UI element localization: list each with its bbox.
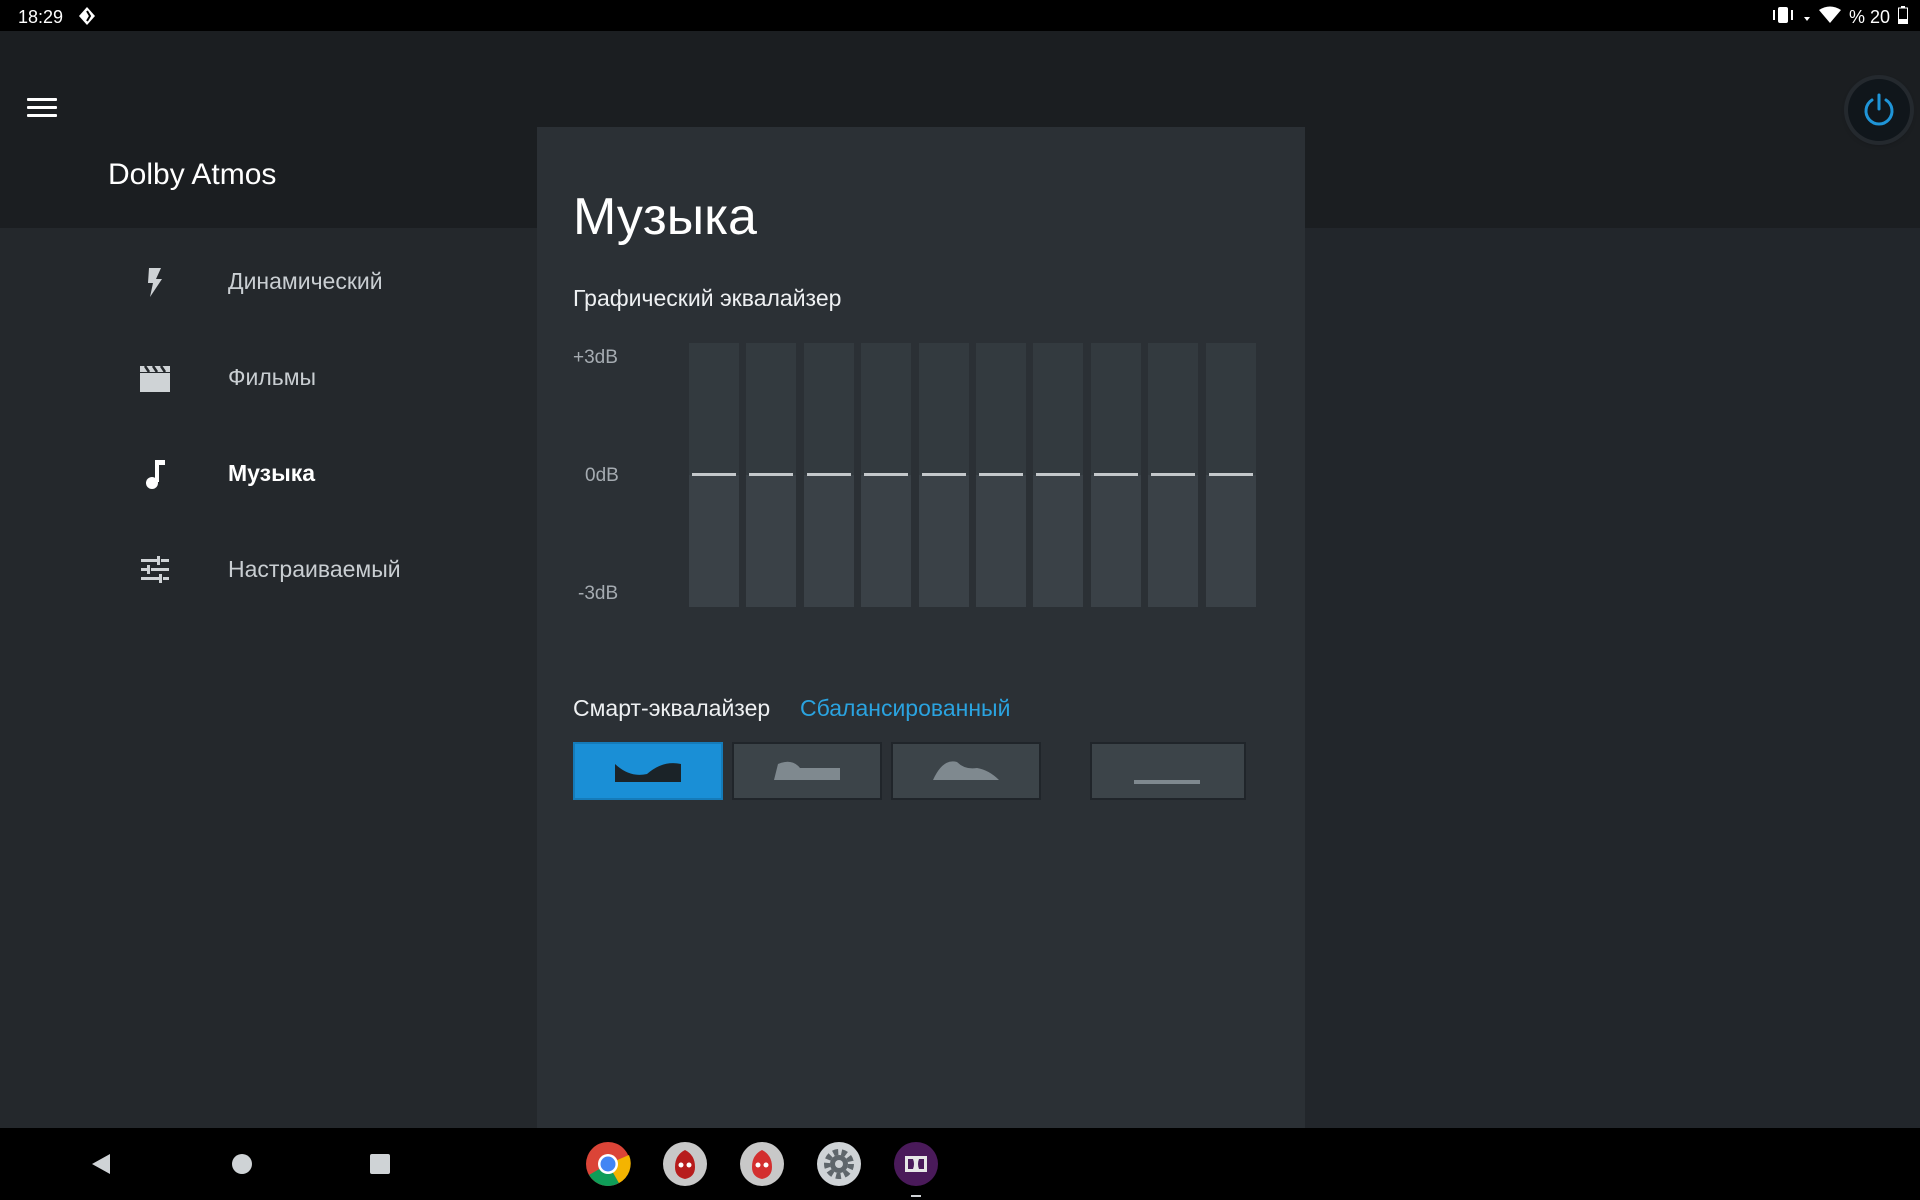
back-triangle-icon xyxy=(92,1154,110,1174)
warm-curve-icon xyxy=(774,761,840,780)
antutu-icon[interactable] xyxy=(739,1141,785,1187)
eq-band-track-upper xyxy=(976,343,1026,475)
dolby-icon[interactable] xyxy=(893,1141,939,1187)
smart-eq-label: Смарт-эквалайзер xyxy=(573,695,771,721)
power-icon xyxy=(1864,93,1894,126)
eq-band-slider[interactable] xyxy=(689,343,739,607)
back-button[interactable] xyxy=(90,1152,112,1181)
status-icons: % 20 xyxy=(1771,6,1908,29)
smart-eq-value[interactable]: Сбалансированный xyxy=(800,695,1010,722)
sidebar: Динамический Фильмы Музыка Настраиваемый xyxy=(0,228,537,1128)
eq-band-level-line xyxy=(1209,473,1253,476)
battery-icon xyxy=(1898,6,1908,29)
eq-band-track-upper xyxy=(1148,343,1198,475)
bolt-icon xyxy=(137,264,173,300)
eq-band-track-upper xyxy=(1033,343,1083,475)
data-arrows-icon xyxy=(1803,6,1811,29)
eq-band-level-line xyxy=(922,473,966,476)
wifi-icon xyxy=(1818,6,1841,29)
home-circle-icon xyxy=(232,1154,252,1174)
eq-band-slider[interactable] xyxy=(746,343,796,607)
sidebar-item-music[interactable]: Музыка xyxy=(0,430,537,518)
tune-sliders-icon xyxy=(137,552,173,588)
active-app-indicator xyxy=(911,1195,921,1197)
page-title: Музыка xyxy=(573,188,757,246)
eq-band-level-line xyxy=(979,473,1023,476)
eq-band-track-upper xyxy=(1206,343,1256,475)
sidebar-item-dynamic[interactable]: Динамический xyxy=(0,238,537,326)
balanced-preset-button[interactable] xyxy=(573,742,723,800)
graphic-eq-bands xyxy=(689,343,1256,607)
eq-band-slider[interactable] xyxy=(976,343,1026,607)
eq-band-slider[interactable] xyxy=(1148,343,1198,607)
recents-square-icon xyxy=(370,1154,390,1174)
chrome-icon[interactable] xyxy=(585,1141,631,1187)
eq-band-track-upper xyxy=(746,343,796,475)
eq-band-slider[interactable] xyxy=(1206,343,1256,607)
status-bar: 18:29 % 20 xyxy=(0,0,1920,31)
vibrate-icon xyxy=(1771,6,1795,29)
db-label-bottom: -3dB xyxy=(578,583,619,604)
eq-band-slider[interactable] xyxy=(919,343,969,607)
graphic-eq-label: Графический эквалайзер xyxy=(573,285,842,311)
flat-line-icon xyxy=(1134,780,1200,784)
sidebar-item-label: Динамический xyxy=(228,268,383,294)
sidebar-item-movies[interactable]: Фильмы xyxy=(0,334,537,422)
eq-band-slider[interactable] xyxy=(804,343,854,607)
eq-band-slider[interactable] xyxy=(1091,343,1141,607)
detailed-preset-button[interactable] xyxy=(891,742,1041,800)
hamburger-menu-icon[interactable] xyxy=(22,93,62,123)
eq-band-level-line xyxy=(1151,473,1195,476)
eq-band-level-line xyxy=(692,473,736,476)
power-toggle-button[interactable] xyxy=(1848,79,1910,141)
notification-diamond-icon xyxy=(78,6,96,31)
sidebar-item-label: Настраиваемый xyxy=(228,556,401,582)
eq-band-slider[interactable] xyxy=(1033,343,1083,607)
eq-band-level-line xyxy=(807,473,851,476)
eq-band-level-line xyxy=(1036,473,1080,476)
flat-preset-button[interactable] xyxy=(1090,742,1246,800)
db-label-top: +3dB xyxy=(573,347,618,368)
eq-band-level-line xyxy=(749,473,793,476)
settings-icon[interactable] xyxy=(816,1141,862,1187)
music-note-icon xyxy=(137,456,173,492)
warm-preset-button[interactable] xyxy=(732,742,882,800)
system-nav-bar xyxy=(0,1128,1920,1200)
antutu-3d-icon[interactable] xyxy=(662,1141,708,1187)
eq-band-track-upper xyxy=(1091,343,1141,475)
eq-band-level-line xyxy=(1094,473,1138,476)
clapperboard-icon xyxy=(137,360,173,396)
battery-label: % 20 xyxy=(1848,7,1890,27)
db-label-mid: 0dB xyxy=(585,465,619,486)
home-button[interactable] xyxy=(231,1153,253,1180)
eq-band-track-upper xyxy=(689,343,739,475)
eq-band-track-upper xyxy=(919,343,969,475)
recents-button[interactable] xyxy=(369,1153,391,1180)
balanced-curve-icon xyxy=(615,763,681,782)
detailed-curve-icon xyxy=(933,761,999,780)
sidebar-item-custom[interactable]: Настраиваемый xyxy=(0,526,537,614)
sidebar-item-label: Музыка xyxy=(228,460,316,486)
app-title: Dolby Atmos xyxy=(108,158,277,191)
eq-band-track-upper xyxy=(804,343,854,475)
preset-panel: Музыка Графический эквалайзер +3dB 0dB -… xyxy=(537,127,1305,1128)
eq-band-track-upper xyxy=(861,343,911,475)
eq-band-slider[interactable] xyxy=(861,343,911,607)
eq-band-level-line xyxy=(864,473,908,476)
sidebar-item-label: Фильмы xyxy=(228,364,317,390)
status-time: 18:29 xyxy=(18,7,64,27)
